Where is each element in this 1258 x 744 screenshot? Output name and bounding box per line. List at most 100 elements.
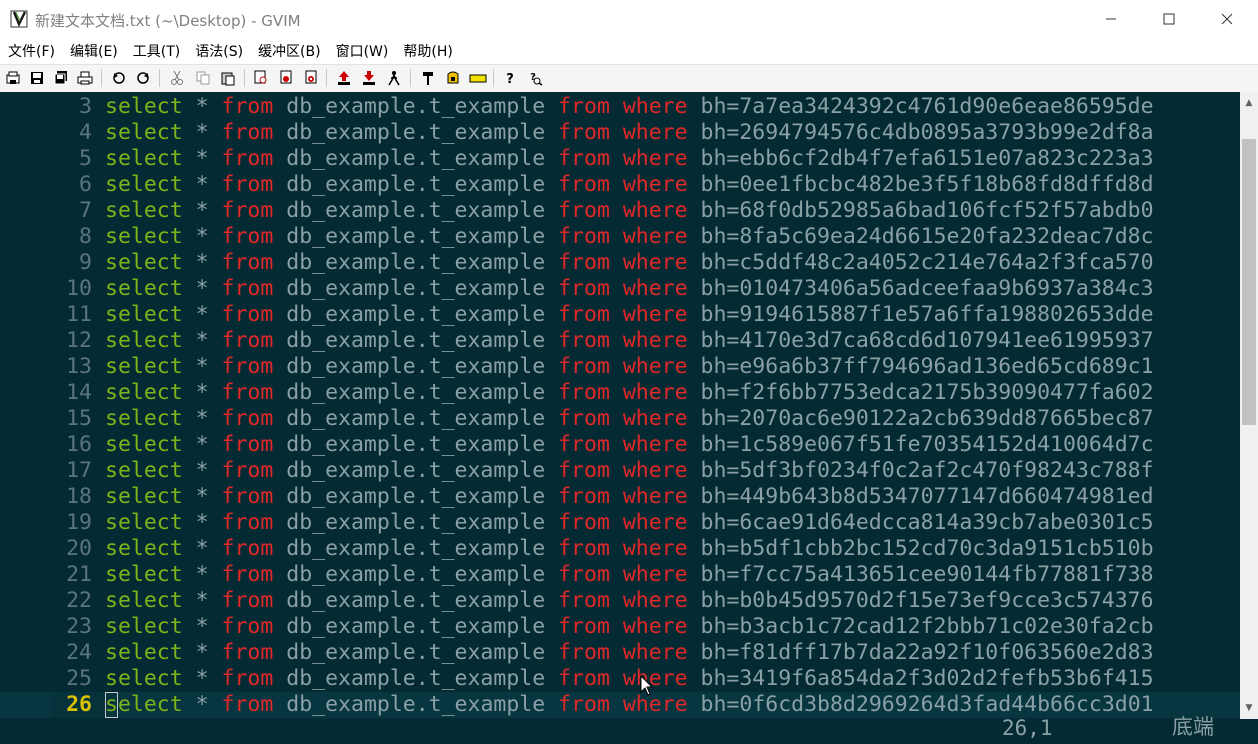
editor-line[interactable]: 25 select * from db_example.t_example fro… [0,666,1240,692]
line-number: 26 [66,692,92,717]
find-next-icon[interactable] [276,68,296,88]
editor-line[interactable]: 19 select * from db_example.t_example fro… [0,510,1240,536]
shell-icon[interactable] [443,68,463,88]
editor-line[interactable]: 26 select * from db_example.t_example fro… [0,692,1240,718]
editor-line[interactable]: 16 select * from db_example.t_example fro… [0,432,1240,458]
editor-line[interactable]: 22 select * from db_example.t_example fro… [0,588,1240,614]
wildcard-token: * [195,458,209,483]
line-number: 19 [66,510,92,535]
editor-line[interactable]: 6 select * from db_example.t_example from… [0,172,1240,198]
editor-line[interactable]: 4 select * from db_example.t_example from… [0,120,1240,146]
editor-line[interactable]: 11 select * from db_example.t_example fro… [0,302,1240,328]
code-text: select * from db_example.t_example from … [105,224,1154,250]
editor-line[interactable]: 12 select * from db_example.t_example fro… [0,328,1240,354]
editor-line[interactable]: 15 select * from db_example.t_example fro… [0,406,1240,432]
editor-line[interactable]: 5 select * from db_example.t_example from… [0,146,1240,172]
run-script-icon[interactable] [384,68,404,88]
editor-line[interactable]: 18 select * from db_example.t_example fro… [0,484,1240,510]
keyword-from: from [558,224,610,249]
editor-line[interactable]: 13 select * from db_example.t_example fro… [0,354,1240,380]
save-all-icon[interactable] [51,68,71,88]
tags-icon[interactable] [468,68,488,88]
editor-area[interactable]: 3 select * from db_example.t_example from… [0,92,1240,719]
keyword-from: from [558,536,610,561]
line-number: 18 [66,484,92,509]
code-text: select * from db_example.t_example from … [105,588,1154,614]
undo-icon[interactable] [109,68,129,88]
keyword-from: from [558,432,610,457]
keyword-select: select [105,510,183,535]
save-session-icon[interactable] [359,68,379,88]
find-replace-icon[interactable] [251,68,271,88]
minimize-button[interactable] [1082,0,1140,38]
save-icon[interactable] [27,68,47,88]
editor-line[interactable]: 17 select * from db_example.t_example fro… [0,458,1240,484]
editor-line[interactable]: 21 select * from db_example.t_example fro… [0,562,1240,588]
editor-line[interactable]: 3 select * from db_example.t_example from… [0,94,1240,120]
keyword-select: select [105,666,183,691]
menu-help[interactable]: 帮助(H) [395,38,459,64]
keyword-from: from [221,432,274,457]
editor-line[interactable]: 7 select * from db_example.t_example from… [0,198,1240,224]
make-icon[interactable] [418,68,438,88]
editor-line[interactable]: 24 select * from db_example.t_example fro… [0,640,1240,666]
open-icon[interactable] [3,68,23,88]
keyword-from: from [558,640,610,665]
editor-line[interactable]: 8 select * from db_example.t_example from… [0,224,1240,250]
help-icon[interactable]: ? [500,68,520,88]
load-session-icon[interactable] [334,68,354,88]
editor-line[interactable]: 14 select * from db_example.t_example fro… [0,380,1240,406]
redo-icon[interactable] [133,68,153,88]
copy-icon[interactable] [193,68,213,88]
find-help-icon[interactable]: ? [525,68,545,88]
menu-buffers[interactable]: 缓冲区(B) [250,38,328,64]
wildcard-token: * [195,484,209,509]
table-name: db_example.t_example [286,302,546,327]
paste-icon[interactable] [218,68,238,88]
wildcard-token: * [195,276,209,301]
line-number: 25 [66,666,92,691]
keyword-from: from [221,94,274,119]
code-text: select * from db_example.t_example from … [105,276,1154,302]
keyword-where: where [622,354,688,379]
command-line[interactable]: 26,1 底端 [0,716,1258,744]
menu-file[interactable]: 文件(F) [0,38,62,64]
gvim-app-icon[interactable] [10,9,30,29]
wildcard-token: * [195,354,209,379]
line-number: 3 [79,94,92,119]
menu-window[interactable]: 窗口(W) [328,38,396,64]
wildcard-token: * [195,250,209,275]
table-name: db_example.t_example [286,380,546,405]
menu-syntax[interactable]: 语法(S) [187,38,250,64]
menu-edit[interactable]: 编辑(E) [62,38,125,64]
scroll-up-arrow-icon[interactable]: ▲ [1240,94,1258,112]
wildcard-token: * [195,692,209,717]
scrollbar-thumb[interactable] [1242,139,1256,425]
table-name: db_example.t_example [286,432,546,457]
keyword-from: from [558,198,610,223]
code-text: select * from db_example.t_example from … [105,484,1154,510]
keyword-from: from [221,380,274,405]
editor-line[interactable]: 20 select * from db_example.t_example fro… [0,536,1240,562]
editor-line[interactable]: 10 select * from db_example.t_example fro… [0,276,1240,302]
line-number: 22 [66,588,92,613]
menu-tools[interactable]: 工具(T) [125,38,187,64]
keyword-from: from [221,172,274,197]
vertical-scrollbar[interactable]: ▲ ▼ [1240,92,1258,719]
line-number: 13 [66,354,92,379]
keyword-where: where [622,172,688,197]
find-prev-icon[interactable] [301,68,321,88]
scroll-down-arrow-icon[interactable]: ▼ [1240,699,1258,717]
close-button[interactable] [1198,0,1256,38]
keyword-where: where [622,328,688,353]
editor-line[interactable]: 9 select * from db_example.t_example from… [0,250,1240,276]
maximize-button[interactable] [1140,0,1198,38]
print-icon[interactable] [75,68,95,88]
cut-icon[interactable] [167,68,187,88]
wildcard-token: * [195,588,209,613]
condition-text: bh=0f6cd3b8d2969264d3fad44b66cc3d01 [700,692,1154,717]
editor-line[interactable]: 23 select * from db_example.t_example fro… [0,614,1240,640]
table-name: db_example.t_example [286,198,546,223]
wildcard-token: * [195,328,209,353]
keyword-where: where [622,250,688,275]
